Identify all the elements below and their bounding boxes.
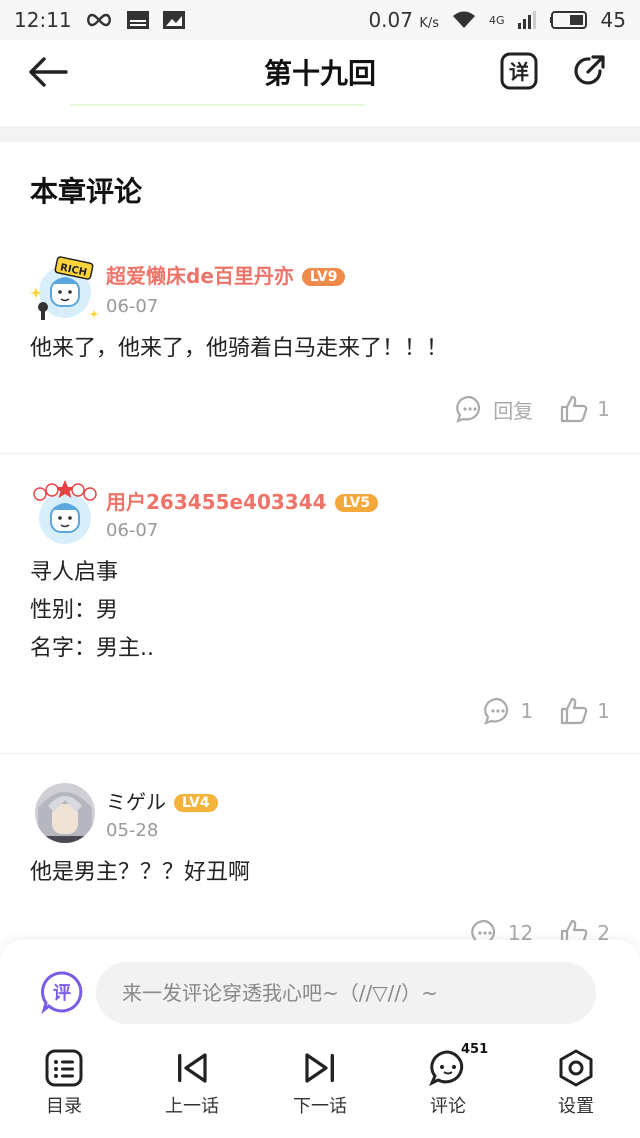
comment-text: 他是男主？？？好丑啊 [30, 860, 251, 885]
reply-button[interactable]: 回复 [455, 394, 533, 424]
comment-date: 05-28 [106, 820, 159, 841]
comment-date: 06-07 [106, 296, 159, 317]
level-badge: LV9 [301, 268, 346, 286]
level-badge: LV5 [334, 494, 379, 512]
top-header: 第十九回 详 [0, 40, 640, 104]
user-avatar[interactable]: RICH [30, 252, 100, 322]
comment-text: 他来了，他来了，他骑着白马走来了！！！ [30, 336, 449, 361]
comment-count-badge: 451 [461, 1042, 489, 1057]
comment-username[interactable]: ミゲル LV4 [106, 786, 218, 815]
wifi-icon [453, 11, 476, 28]
next-icon [305, 1053, 334, 1083]
detail-button[interactable]: 详 [500, 52, 538, 90]
share-icon [574, 55, 605, 85]
battery-icon [549, 11, 587, 29]
status-bar: 12:11 0.07 K/s 4G 45 [0, 0, 640, 40]
user-avatar[interactable] [30, 478, 100, 548]
page-title: 第十九回 [263, 57, 376, 90]
svg-text:评: 评 [53, 983, 71, 1004]
comment-text: 寻人启事 性别：男 名字：男主.. [30, 560, 154, 661]
user-avatar[interactable] [30, 778, 100, 848]
net-speed: 0.07 K/s [368, 8, 440, 32]
write-comment-icon-button[interactable]: 评 [40, 970, 84, 1015]
detail-icon: 详 [500, 52, 538, 90]
status-time: 12:11 [14, 8, 72, 32]
bottom-nav: 目录 上一话 下一话 451 评论 设置 [0, 1042, 640, 1134]
level-badge: LV4 [174, 794, 218, 812]
list-icon [45, 1049, 83, 1087]
nav-prev-chapter[interactable]: 上一话 [137, 1048, 247, 1134]
write-comment-icon: 评 [41, 971, 83, 1015]
like-button[interactable]: 1 [559, 394, 610, 424]
nav-label: 下一话 [293, 1096, 347, 1117]
comment-username[interactable]: 超爱懒床de百里丹亦 LV9 [106, 260, 346, 289]
back-arrow-icon[interactable] [26, 54, 70, 90]
section-title: 本章评论 [30, 175, 143, 208]
comment-item: RICH 超爱懒床de百里丹亦 LV9 06-07 他来了，他来了，他骑着白马走来… [0, 232, 640, 454]
svg-text:详: 详 [509, 60, 529, 84]
nav-settings[interactable]: 设置 [521, 1048, 631, 1134]
gallery-icon [162, 11, 185, 29]
nav-label: 设置 [558, 1096, 594, 1117]
nav-comments[interactable]: 451 评论 [393, 1042, 503, 1134]
news-icon [126, 11, 149, 29]
chat-bubble-icon [456, 395, 481, 423]
nav-catalog[interactable]: 目录 [9, 1048, 119, 1134]
comment-date: 06-07 [106, 520, 159, 541]
nav-label: 上一话 [165, 1096, 219, 1117]
chat-bubble-icon [483, 697, 508, 725]
battery-level: 45 [600, 8, 626, 32]
share-button[interactable] [570, 52, 608, 90]
infinity-icon [86, 13, 111, 27]
nav-next-chapter[interactable]: 下一话 [265, 1048, 375, 1134]
reply-button[interactable]: 1 [483, 696, 533, 726]
thumbs-up-icon [561, 697, 588, 725]
comment-item: 用户263455e403344 LV5 06-07 寻人启事 性别：男 名字：男主… [0, 454, 640, 754]
like-button[interactable]: 1 [559, 696, 610, 726]
settings-icon [559, 1049, 593, 1087]
network-type: 4G [489, 13, 505, 27]
signal-icon [517, 11, 536, 29]
comment-item: ミゲル LV4 05-28 他是男主？？？好丑啊 12 2 [0, 754, 640, 954]
thumbs-up-icon [561, 395, 588, 423]
section-divider [0, 126, 640, 142]
comment-input[interactable] [96, 962, 596, 1024]
comment-username[interactable]: 用户263455e403344 LV5 [106, 486, 379, 515]
nav-label: 评论 [430, 1096, 466, 1117]
prev-icon [178, 1053, 207, 1083]
bottom-panel: 评 目录 上一话 下一话 [0, 940, 640, 1138]
nav-label: 目录 [46, 1096, 82, 1117]
